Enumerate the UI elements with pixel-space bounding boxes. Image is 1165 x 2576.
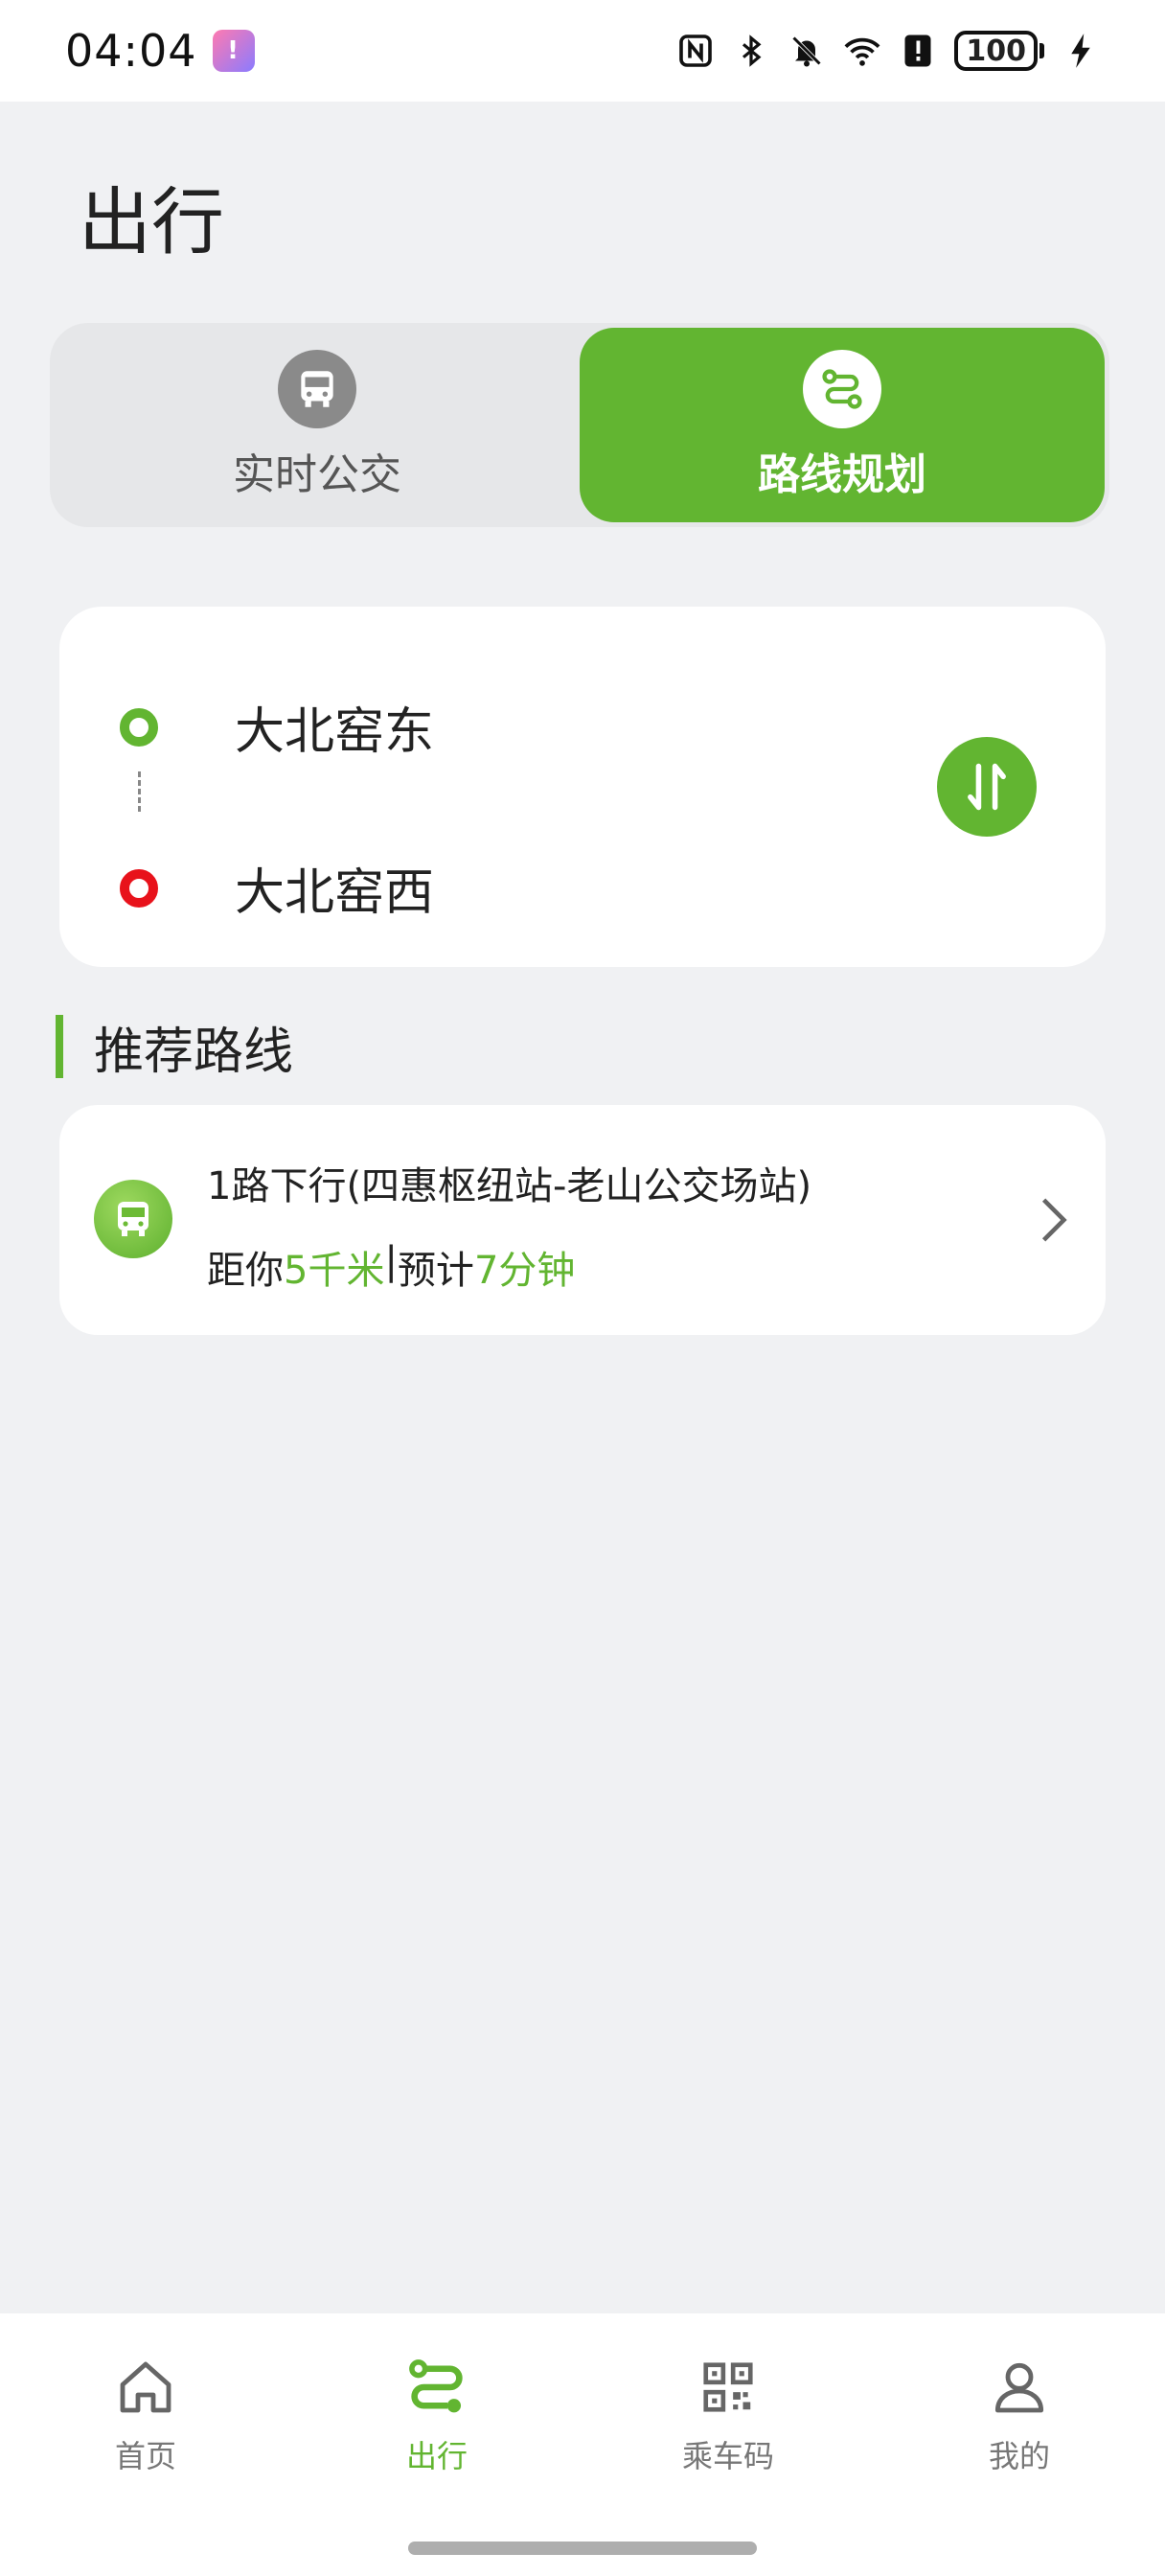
swap-stops-button[interactable] [937, 737, 1037, 837]
end-stop-row[interactable]: 大北窑西 [59, 852, 434, 924]
route-name: 1路下行(四惠枢纽站-老山公交场站) [207, 1164, 812, 1208]
status-bar: 04:04 ! 100 [0, 0, 1165, 102]
status-time: 04:04 [65, 25, 197, 77]
start-dot-icon [120, 707, 158, 747]
user-icon [984, 2352, 1055, 2423]
chevron-right-icon [1027, 1193, 1081, 1247]
start-stop-row[interactable]: 大北窑东 [59, 691, 434, 763]
tab-realtime-bus[interactable]: 实时公交 [55, 328, 580, 522]
home-icon [110, 2352, 181, 2423]
bluetooth-icon [732, 32, 770, 70]
end-stop-name: 大北窑西 [235, 864, 435, 922]
alert-icon [899, 32, 937, 70]
route-info: 距你 5千米 | 预计 7分钟 [207, 1239, 575, 1295]
notification-app-icon: ! [212, 30, 255, 72]
eta-value: 7分钟 [473, 1249, 576, 1293]
status-icons: 100 [676, 31, 1100, 71]
wifi-icon [843, 32, 881, 70]
tab-route-planning-label: 路线规划 [758, 449, 926, 499]
home-indicator[interactable] [408, 2542, 757, 2555]
battery-level: 100 [954, 31, 1038, 71]
tab-travel-label: 出行 [405, 2438, 468, 2474]
end-dot-icon [120, 868, 158, 908]
tab-mine[interactable]: 我的 [874, 2352, 1165, 2576]
eta-prefix: 预计 [397, 1249, 474, 1293]
tab-route-planning[interactable]: 路线规划 [580, 328, 1105, 522]
route-icon [401, 2352, 472, 2423]
route-connector [138, 771, 141, 812]
route-input-card: 大北窑东 大北窑西 [59, 607, 1106, 967]
nfc-icon [676, 32, 715, 70]
tab-ride-code-label: 乘车码 [681, 2438, 774, 2474]
status-time-group: 04:04 ! [65, 25, 255, 77]
route-icon [803, 349, 881, 428]
mute-icon [788, 32, 826, 70]
tab-home[interactable]: 首页 [0, 2352, 291, 2576]
section-accent-bar [56, 1015, 63, 1078]
recommend-header: 推荐路线 [56, 1014, 293, 1081]
battery-icon: 100 [954, 31, 1044, 71]
tab-realtime-bus-label: 实时公交 [233, 449, 401, 499]
recommend-title: 推荐路线 [94, 1023, 294, 1081]
recommended-route-item[interactable]: 1路下行(四惠枢纽站-老山公交场站) 距你 5千米 | 预计 7分钟 [59, 1105, 1106, 1335]
swap-icon [968, 763, 1006, 811]
start-stop-name: 大北窑东 [235, 703, 435, 761]
mode-segment: 实时公交 路线规划 [50, 323, 1109, 527]
info-separator: | [384, 1239, 398, 1283]
bus-icon [278, 349, 356, 428]
tab-mine-label: 我的 [988, 2438, 1050, 2474]
distance-prefix: 距你 [207, 1249, 284, 1293]
distance-value: 5千米 [284, 1249, 385, 1293]
charging-icon [1062, 32, 1100, 70]
bottom-tab-bar: 首页 出行 乘车码 我的 [0, 2313, 1165, 2576]
tab-home-label: 首页 [114, 2438, 176, 2474]
page-title: 出行 [79, 179, 224, 264]
qr-code-icon [693, 2352, 764, 2423]
bus-icon [94, 1180, 172, 1258]
